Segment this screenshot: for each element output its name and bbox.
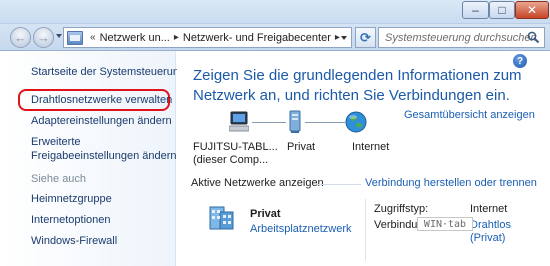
- globe-icon[interactable]: [345, 111, 367, 133]
- sidebar-item-manage-wireless[interactable]: Drahtlosnetzwerke verwalten: [31, 93, 172, 108]
- sidebar-item-windows-firewall[interactable]: Windows-Firewall: [31, 234, 117, 249]
- breadcrumb-network[interactable]: Netzwerk un...: [100, 32, 170, 44]
- breadcrumb-sharing-center[interactable]: Netzwerk- und Freigabecenter: [183, 32, 331, 44]
- sidebar-item-advanced-sharing[interactable]: Erweiterte: [31, 135, 81, 150]
- control-panel-icon: [67, 30, 83, 45]
- maximize-button[interactable]: □: [489, 1, 515, 19]
- close-button[interactable]: ✕: [515, 1, 549, 19]
- address-dropdown-icon[interactable]: [341, 36, 347, 40]
- refresh-button[interactable]: ⟳: [355, 27, 376, 48]
- sidebar-item-homegroup[interactable]: Heimnetzgruppe: [31, 192, 112, 207]
- back-button[interactable]: ←: [10, 27, 31, 48]
- address-bar[interactable]: « Netzwerk un... ▸ Netzwerk- und Freigab…: [63, 27, 352, 48]
- minimize-button[interactable]: –: [462, 1, 489, 19]
- network-label: Privat: [287, 141, 316, 153]
- sidebar-item-adapter-settings[interactable]: Adaptereinstellungen ändern: [31, 114, 172, 129]
- access-type-value: Internet: [470, 203, 508, 215]
- computer-label-line2: (dieser Comp...: [193, 154, 269, 166]
- main-content: ? Zeigen Sie die grundlegenden Informati…: [177, 51, 550, 266]
- navigation-bar: ← → « Netzwerk un... ▸ Netzwerk- und Fre…: [0, 24, 550, 51]
- sidebar-item-internet-options[interactable]: Internetoptionen: [31, 213, 111, 228]
- forward-button[interactable]: →: [33, 27, 54, 48]
- breadcrumb-separator[interactable]: ▸: [174, 32, 179, 43]
- computer-label: FUJITSU-TABL...: [193, 141, 278, 153]
- search-icon[interactable]: [527, 31, 540, 44]
- full-map-link[interactable]: Gesamtübersicht anzeigen: [404, 109, 535, 121]
- breadcrumb-overflow[interactable]: «: [90, 32, 96, 43]
- active-network-name: Privat: [250, 208, 281, 220]
- page-title-line1: Zeigen Sie die grundlegenden Information…: [193, 67, 522, 84]
- connect-disconnect-link[interactable]: Verbindung herstellen oder trennen: [365, 177, 537, 189]
- watermark-logo: WIN·tab: [417, 217, 473, 231]
- page-title-line2: Netzwerk an, und richten Sie Verbindunge…: [193, 87, 510, 104]
- connection-link[interactable]: Drahtlos: [470, 219, 511, 231]
- see-also-heading: Siehe auch: [31, 173, 87, 185]
- breadcrumb-separator[interactable]: ▸: [335, 32, 340, 43]
- computer-icon[interactable]: [229, 111, 249, 133]
- page-title: Zeigen Sie die grundlegenden Information…: [193, 66, 523, 106]
- access-type-label: Zugriffstyp:: [374, 203, 429, 215]
- network-type-link[interactable]: Arbeitsplatznetzwerk: [250, 223, 352, 235]
- search-input[interactable]: Systemsteuerung durchsuchen: [378, 27, 545, 48]
- internet-label: Internet: [352, 141, 390, 153]
- recent-pages-dropdown[interactable]: [56, 34, 62, 38]
- search-placeholder: Systemsteuerung durchsuchen: [385, 31, 537, 44]
- connection-line: [252, 122, 286, 123]
- control-panel-home-link[interactable]: Startseite der Systemsteuerung: [31, 65, 185, 80]
- active-networks-heading: Aktive Netzwerke anzeigen: [191, 177, 324, 189]
- sidebar: Startseite der Systemsteuerung Drahtlosn…: [0, 51, 185, 266]
- title-bar: – □ ✕: [0, 0, 550, 24]
- refresh-icon: ⟳: [360, 29, 371, 45]
- connection-line: [305, 122, 345, 123]
- sidebar-item-advanced-sharing-line2[interactable]: Freigabeeinstellungen ändern: [31, 149, 177, 164]
- work-network-icon[interactable]: [206, 203, 236, 233]
- section-divider: [317, 184, 361, 185]
- arrow-left-icon: ←: [14, 30, 27, 45]
- vertical-divider: [365, 199, 366, 261]
- connection-link-line2[interactable]: (Privat): [470, 232, 505, 244]
- arrow-right-icon: →: [37, 30, 50, 45]
- network-icon[interactable]: [288, 110, 302, 134]
